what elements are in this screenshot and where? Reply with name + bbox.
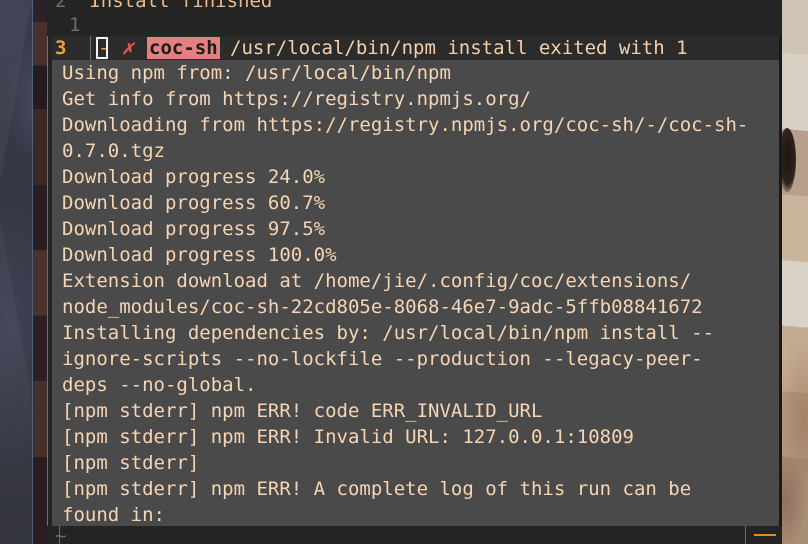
- gutter-divider: [47, 0, 48, 544]
- wallpaper-right-soft: [782, 0, 808, 544]
- log-line: [npm stderr] npm ERR! Invalid URL: 127.0…: [62, 426, 634, 448]
- buffer-divider-right: [745, 526, 746, 544]
- log-line: [npm stderr]: [62, 452, 200, 474]
- status-accent-bar: [754, 534, 776, 536]
- log-line: Download progress 100.0%: [62, 244, 337, 266]
- log-line: [npm stderr] npm ERR! A complete log of …: [62, 478, 692, 500]
- log-line: 0.7.0.tgz: [62, 140, 165, 162]
- error-cross-icon: ✗: [122, 37, 134, 59]
- log-line: Download progress 97.5%: [62, 218, 326, 240]
- log-line: deps --no-global.: [62, 374, 257, 396]
- log-line: Installing dependencies by: /usr/local/b…: [62, 322, 715, 344]
- popup-header-row[interactable]: 3 - ✗ coc-sh /usr/local/bin/npm install …: [52, 36, 779, 60]
- popup-line-number: 3: [55, 37, 67, 59]
- log-line: Get info from https://registry.npmjs.org…: [62, 88, 531, 110]
- blank-row-line-number: 1: [69, 14, 81, 36]
- clipped-top-row-label: Install finished: [89, 0, 273, 12]
- log-line: Downloading from https://registry.npmjs.…: [62, 114, 749, 136]
- wallpaper-left-edge: [32, 0, 33, 544]
- log-line: Extension download at /home/jie/.config/…: [62, 270, 692, 292]
- desktop-wallpaper-right: [782, 0, 808, 544]
- log-line: found in:: [62, 504, 165, 526]
- fold-marker-icon[interactable]: -: [98, 36, 109, 60]
- screen: 2 Install finished 1 3 - ✗ coc-sh /usr/l…: [0, 0, 808, 544]
- clipped-top-row: 2 Install finished: [47, 0, 782, 14]
- extension-name-badge[interactable]: coc-sh: [147, 37, 220, 59]
- log-line: Download progress 60.7%: [62, 192, 326, 214]
- buffer-below-popup: ~: [47, 525, 782, 544]
- desktop-wallpaper-left: [0, 0, 47, 544]
- wallpaper-left-strip: [33, 0, 47, 544]
- exit-status-message: /usr/local/bin/npm install exited with 1: [230, 37, 688, 59]
- clipped-top-row-line-number: 2: [55, 0, 67, 12]
- blank-row: 1: [47, 14, 782, 36]
- log-line: Download progress 24.0%: [62, 166, 326, 188]
- log-line: node_modules/coc-sh-22cd805e-8068-46e7-9…: [62, 296, 703, 318]
- log-line: ignore-scripts --no-lockfile --productio…: [62, 348, 703, 370]
- empty-line-marker: ~: [55, 525, 67, 544]
- popup-header-gutter-divider: [90, 36, 91, 60]
- popup-log-body[interactable]: Using npm from: /usr/local/bin/npm Get in…: [52, 60, 779, 526]
- log-line: [npm stderr] npm ERR! code ERR_INVALID_U…: [62, 400, 543, 422]
- extension-output-popup[interactable]: 3 - ✗ coc-sh /usr/local/bin/npm install …: [52, 36, 779, 526]
- clipped-top-row-text: 2 Install finished: [55, 0, 272, 14]
- terminal-window[interactable]: 2 Install finished 1 3 - ✗ coc-sh /usr/l…: [47, 0, 782, 544]
- popup-shadow: [779, 36, 782, 526]
- log-line: Using npm from: /usr/local/bin/npm: [62, 62, 451, 84]
